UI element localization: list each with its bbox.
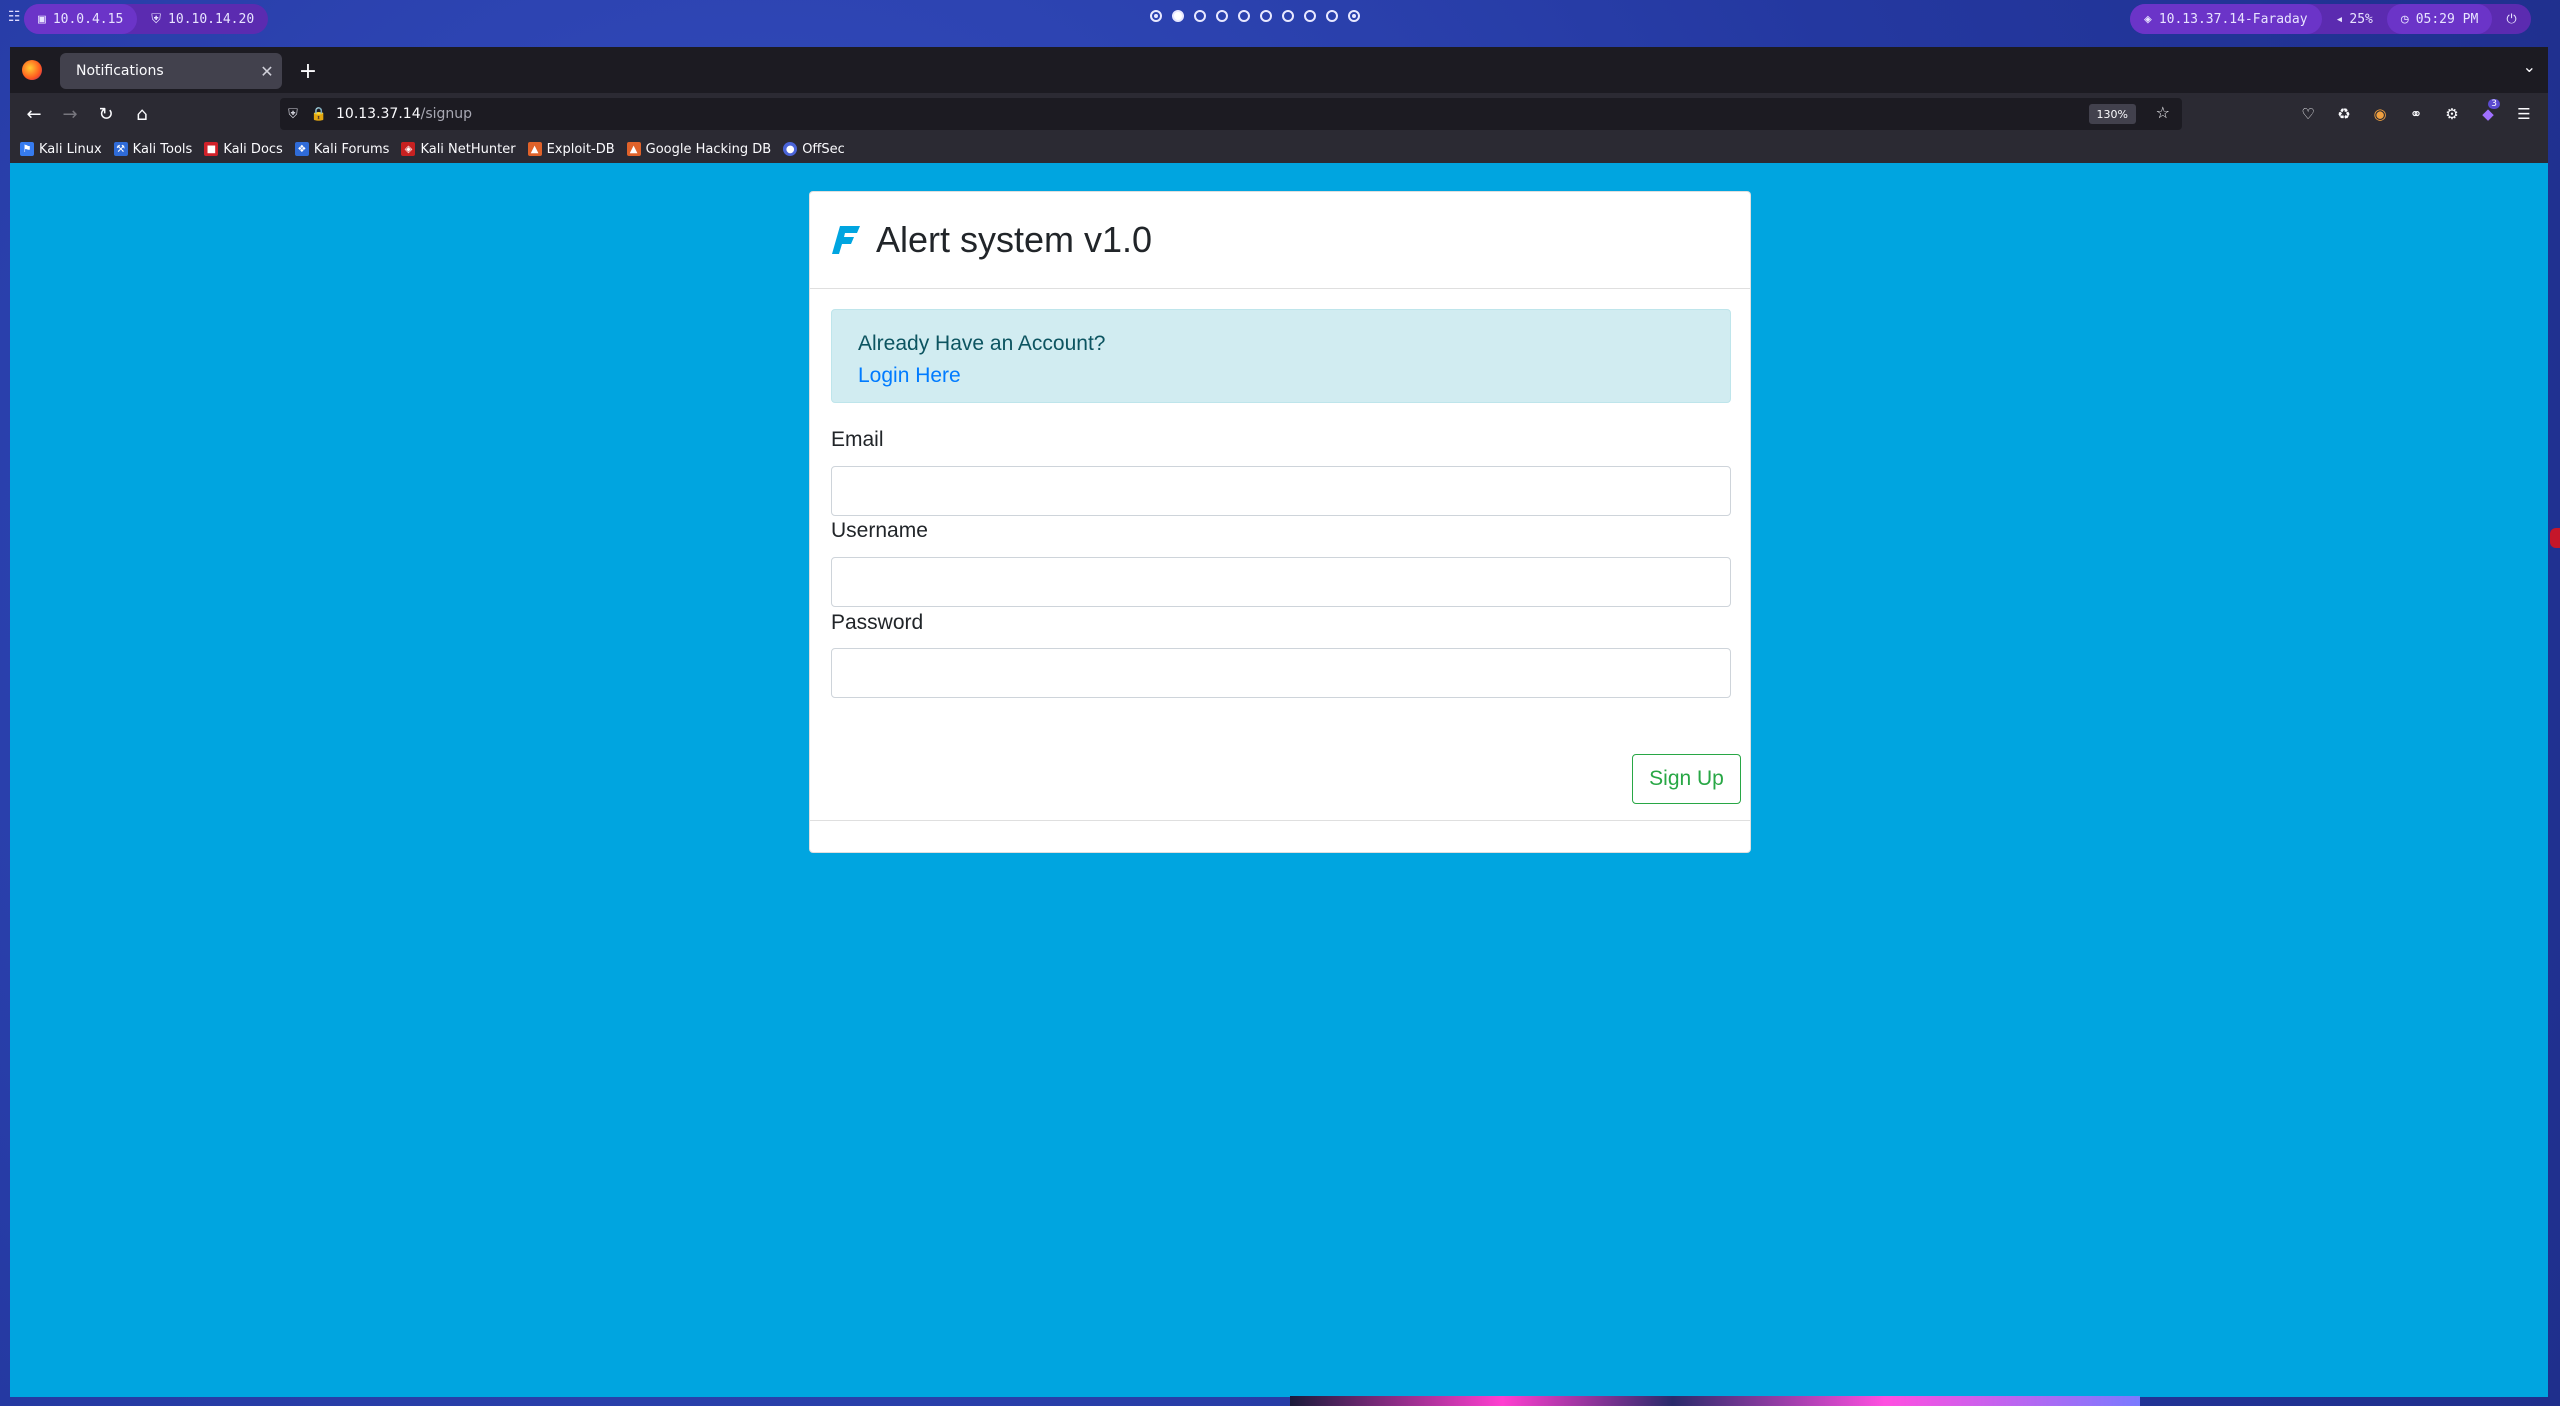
settings-icon[interactable]: ⚙ — [2436, 99, 2468, 129]
status-pill: ◈ 10.13.37.14-Faraday ◂ 25% ◷ 05:29 PM ⏻ — [2130, 4, 2531, 34]
card-header: Alert system v1.0 — [810, 192, 1750, 289]
workspace-9[interactable] — [1326, 10, 1338, 22]
forward-button[interactable]: → — [54, 99, 86, 129]
tab-notifications[interactable]: Notifications ✕ — [60, 53, 282, 89]
desktop-edge-decoration — [2550, 528, 2560, 548]
tab-title: Notifications — [76, 63, 164, 79]
workspace-2[interactable] — [1172, 10, 1184, 22]
addon-badge-icon[interactable]: ◆ 3 — [2472, 99, 2504, 129]
offsec-icon: ● — [783, 142, 798, 156]
workspace-4[interactable] — [1216, 10, 1228, 22]
bookmark-kali-docs[interactable]: ■ Kali Docs — [204, 142, 283, 157]
kali-tools-icon: ⚒ — [113, 142, 128, 156]
close-icon[interactable]: ✕ — [252, 62, 282, 81]
local-ip: ▣ 10.0.4.15 — [24, 4, 138, 34]
bookmarks-toolbar: ⚑ Kali Linux ⚒ Kali Tools ■ Kali Docs ❖ … — [10, 135, 2548, 163]
speaker-icon: ◂ — [2335, 11, 2344, 27]
workspace-1[interactable] — [1150, 10, 1162, 22]
back-button[interactable]: ← — [18, 99, 50, 129]
login-link[interactable]: Login Here — [858, 360, 1704, 392]
home-button[interactable]: ⌂ — [126, 99, 158, 129]
workspace-3[interactable] — [1194, 10, 1206, 22]
kali-docs-icon: ■ — [204, 142, 219, 156]
bookmark-offsec[interactable]: ● OffSec — [783, 142, 845, 157]
new-tab-button[interactable]: + — [292, 55, 324, 87]
brand-logo-icon — [832, 226, 860, 254]
page-viewport: Alert system v1.0 Already Have an Accoun… — [10, 163, 2548, 1397]
workspace-5[interactable] — [1238, 10, 1250, 22]
nethunter-icon: ◈ — [401, 142, 416, 156]
bookmark-star-icon[interactable]: ☆ — [2156, 103, 2170, 122]
email-field[interactable] — [831, 466, 1731, 516]
power-icon[interactable]: ⏻ — [2492, 4, 2530, 34]
clock-icon: ◷ — [2400, 11, 2409, 27]
url-text[interactable]: 10.13.37.14/signup — [336, 106, 472, 122]
email-label: Email — [831, 428, 884, 451]
lock-icon[interactable]: 🔒 — [306, 107, 332, 122]
addon-badge-count: 3 — [2488, 99, 2500, 109]
username-field[interactable] — [831, 557, 1731, 607]
password-field[interactable] — [831, 648, 1731, 698]
kali-icon: ⚑ — [20, 142, 34, 156]
target-indicator: ◈ 10.13.37.14-Faraday — [2130, 4, 2322, 34]
clock: ◷ 05:29 PM — [2386, 4, 2493, 34]
app-menu-icon[interactable]: ☷ — [8, 9, 21, 25]
card-footer — [810, 820, 1750, 821]
volume-indicator[interactable]: ◂ 25% — [2322, 4, 2387, 34]
kali-forums-icon: ❖ — [294, 142, 309, 156]
hamburger-menu-icon[interactable]: ☰ — [2508, 99, 2540, 129]
login-alert: Already Have an Account? Login Here — [831, 309, 1731, 403]
tab-bar: Notifications ✕ + ⌄ — [10, 47, 2548, 93]
shield-icon[interactable]: ⛨ — [280, 107, 306, 122]
workspace-7[interactable] — [1282, 10, 1294, 22]
target-icon: ◈ — [2144, 11, 2152, 27]
address-bar[interactable]: ⛨ 🔒 10.13.37.14/signup 130% ☆ — [280, 98, 2182, 130]
ghdb-icon: ▲ — [626, 142, 641, 156]
foxyproxy-icon[interactable]: ◉ — [2364, 99, 2396, 129]
password-label: Password — [831, 611, 924, 634]
ip-pill: ▣ 10.0.4.15 ⛨ 10.10.14.20 — [24, 4, 269, 34]
shield-icon: ⛨ — [151, 11, 162, 27]
exploitdb-icon: ▲ — [527, 142, 542, 156]
reload-button[interactable]: ↻ — [90, 99, 122, 129]
extensions-icon[interactable]: ♻ — [2328, 99, 2360, 129]
bookmark-kali-tools[interactable]: ⚒ Kali Tools — [113, 142, 192, 157]
signup-card: Alert system v1.0 Already Have an Accoun… — [809, 191, 1751, 853]
glasses-icon[interactable]: ⚭ — [2400, 99, 2432, 129]
workspace-switcher — [1150, 10, 1360, 22]
navigation-toolbar: ← → ↻ ⌂ ⛨ 🔒 10.13.37.14/signup 130% ☆ ♡ … — [10, 93, 2548, 135]
username-label: Username — [831, 519, 928, 542]
workspace-8[interactable] — [1304, 10, 1316, 22]
system-panel: ☷ ▣ 10.0.4.15 ⛨ 10.10.14.20 ◈ 10.13.37.1… — [0, 0, 2560, 38]
bookmark-google-hacking-db[interactable]: ▲ Google Hacking DB — [626, 142, 771, 157]
toolbar-right: ♡ ♻ ◉ ⚭ ⚙ ◆ 3 ☰ — [2292, 99, 2540, 129]
pocket-icon[interactable]: ♡ — [2292, 99, 2324, 129]
workspace-6[interactable] — [1260, 10, 1272, 22]
wallpaper-art — [1290, 1396, 2140, 1406]
vpn-ip: ⛨ 10.10.14.20 — [151, 11, 255, 27]
browser-window: Notifications ✕ + ⌄ ← → ↻ ⌂ ⛨ 🔒 10.13.37… — [10, 47, 2548, 1397]
zoom-indicator[interactable]: 130% — [2088, 104, 2136, 124]
chevron-down-icon[interactable]: ⌄ — [2523, 57, 2536, 76]
alert-text: Already Have an Account? — [858, 332, 1106, 355]
page-title: Alert system v1.0 — [876, 219, 1153, 260]
bookmark-exploit-db[interactable]: ▲ Exploit-DB — [527, 142, 615, 157]
signup-button[interactable]: Sign Up — [1632, 754, 1741, 804]
monitor-icon: ▣ — [38, 11, 46, 27]
bookmark-kali-nethunter[interactable]: ◈ Kali NetHunter — [401, 142, 516, 157]
bookmark-kali-forums[interactable]: ❖ Kali Forums — [294, 142, 389, 157]
firefox-icon — [22, 60, 42, 80]
bookmark-kali-linux[interactable]: ⚑ Kali Linux — [20, 142, 102, 157]
workspace-10[interactable] — [1348, 10, 1360, 22]
